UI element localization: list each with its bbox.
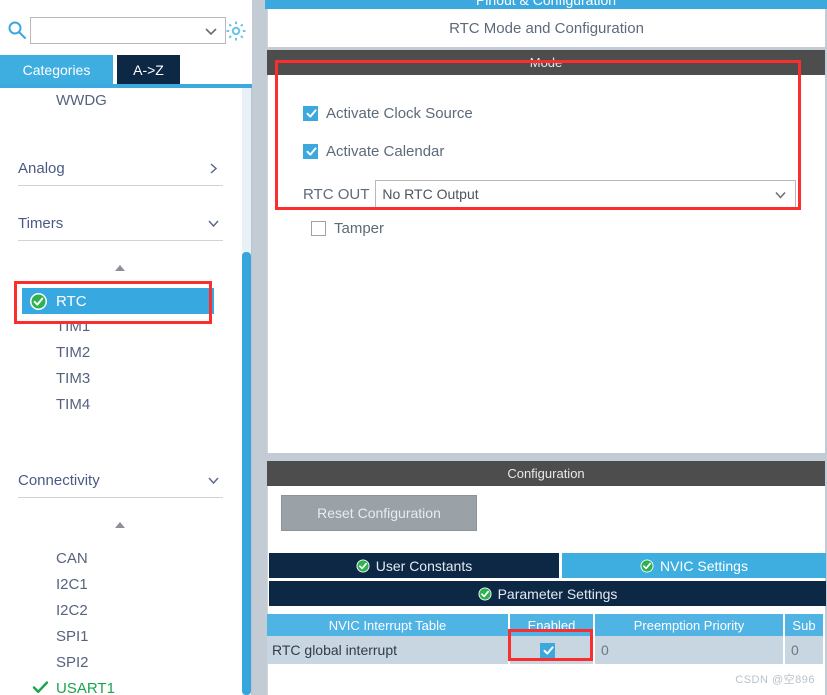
checkbox-label: Activate Calendar	[326, 143, 445, 160]
sidebar-item-label: CAN	[56, 550, 88, 567]
mode-section-header: Mode	[267, 50, 825, 75]
sidebar-item-label: TIM1	[56, 318, 91, 335]
sidebar-item-label: TIM3	[56, 370, 91, 387]
table-row[interactable]: RTC global interrupt 0 0	[267, 636, 825, 664]
checkbox-unchecked-icon[interactable]	[311, 221, 326, 236]
tab-label: Parameter Settings	[497, 585, 618, 602]
sidebar-item-label: WWDG	[56, 92, 107, 109]
tab-a-to-z[interactable]: A->Z	[117, 55, 180, 84]
rtc-out-row: RTC OUT No RTC Output	[303, 180, 797, 208]
scroll-up-arrow-icon[interactable]	[112, 520, 128, 534]
configuration-panel: RTC Mode and Configuration Mode Activate…	[265, 9, 827, 695]
sidebar-group-analog[interactable]: Analog	[18, 152, 223, 186]
sidebar-tabs: Categories A->Z	[0, 55, 252, 88]
column-header-nvic-interrupt-table[interactable]: NVIC Interrupt Table	[267, 614, 510, 636]
green-check-icon	[32, 680, 49, 695]
column-header-preemption-priority[interactable]: Preemption Priority	[595, 614, 785, 636]
peripheral-sidebar: Categories A->Z WWDG Analog Timers RTC T…	[0, 0, 252, 695]
sidebar-group-connectivity[interactable]: Connectivity	[18, 464, 223, 498]
chevron-down-icon[interactable]	[773, 188, 788, 201]
activate-clock-source-checkbox-row[interactable]: Activate Clock Source	[303, 105, 473, 122]
sidebar-item-rtc[interactable]: RTC	[22, 288, 214, 314]
sidebar-item-tim4[interactable]: TIM4	[0, 392, 232, 417]
mode-body: Activate Clock Source Activate Calendar …	[267, 75, 825, 453]
tab-label: User Constants	[375, 557, 473, 574]
rtc-out-label: RTC OUT	[303, 185, 370, 203]
rtc-out-value: No RTC Output	[382, 186, 479, 202]
cell-interrupt-name: RTC global interrupt	[267, 636, 510, 664]
gear-icon[interactable]	[224, 19, 248, 43]
tab-nvic-settings[interactable]: NVIC Settings	[562, 553, 826, 578]
chevron-down-icon	[206, 473, 221, 488]
tab-user-constants[interactable]: User Constants	[269, 553, 559, 578]
green-check-icon	[356, 559, 370, 573]
chevron-down-icon[interactable]	[203, 24, 219, 38]
sidebar-item-i2c1[interactable]: I2C1	[0, 572, 232, 597]
column-header-enabled[interactable]: Enabled	[510, 614, 595, 636]
page-title: RTC Mode and Configuration	[267, 9, 825, 47]
sidebar-item-label: RTC	[56, 292, 87, 310]
checkbox-checked-icon[interactable]	[540, 642, 555, 658]
rtc-out-dropdown[interactable]: No RTC Output	[375, 180, 797, 208]
sidebar-item-tim1[interactable]: TIM1	[0, 314, 232, 339]
green-check-icon	[30, 292, 47, 310]
tamper-checkbox-row[interactable]: Tamper	[311, 220, 384, 237]
green-check-icon	[478, 587, 492, 601]
sidebar-item-spi2[interactable]: SPI2	[0, 650, 232, 675]
sidebar-group-label: Connectivity	[18, 472, 100, 489]
sidebar-item-label: SPI1	[56, 628, 89, 645]
sidebar-search-row	[0, 0, 252, 55]
tab-parameter-settings[interactable]: Parameter Settings	[269, 581, 826, 606]
sidebar-item-i2c2[interactable]: I2C2	[0, 598, 232, 623]
sidebar-item-spi1[interactable]: SPI1	[0, 624, 232, 649]
watermark-text: CSDN @空896	[735, 674, 815, 686]
search-input[interactable]	[35, 22, 200, 41]
sidebar-item-label: I2C2	[56, 602, 88, 619]
column-header-sub-priority[interactable]: Sub	[785, 614, 825, 636]
sidebar-scrollbar-thumb[interactable]	[242, 252, 251, 695]
search-box[interactable]	[30, 17, 226, 44]
sidebar-item-label: TIM4	[56, 396, 91, 413]
tab-categories[interactable]: Categories	[0, 55, 113, 84]
peripheral-list: WWDG Analog Timers RTC TIM1 TIM2 TIM3 TI…	[0, 88, 240, 695]
sidebar-item-label: SPI2	[56, 654, 89, 671]
activate-calendar-checkbox-row[interactable]: Activate Calendar	[303, 143, 444, 160]
nvic-interrupt-table: NVIC Interrupt Table Enabled Preemption …	[267, 614, 825, 664]
sidebar-group-timers[interactable]: Timers	[18, 207, 223, 241]
chevron-right-icon	[206, 161, 221, 176]
sidebar-item-tim3[interactable]: TIM3	[0, 366, 232, 391]
cell-preemption-priority[interactable]: 0	[595, 636, 785, 664]
window-title-text: Pinout & Configuration	[475, 0, 617, 8]
sidebar-group-label: Timers	[18, 215, 64, 232]
sidebar-item-label: TIM2	[56, 344, 91, 361]
sidebar-group-label: Analog	[18, 160, 65, 177]
cell-sub-priority[interactable]: 0	[785, 636, 825, 664]
table-header-row: NVIC Interrupt Table Enabled Preemption …	[267, 614, 825, 636]
sidebar-item-wwdg[interactable]: WWDG	[0, 88, 232, 113]
chevron-down-icon	[206, 216, 221, 231]
sidebar-item-label: I2C1	[56, 576, 88, 593]
scroll-up-arrow-icon[interactable]	[112, 263, 128, 277]
checkbox-label: Tamper	[334, 220, 385, 237]
panel-divider	[252, 0, 265, 695]
checkbox-checked-icon[interactable]	[303, 106, 318, 121]
search-icon	[7, 20, 27, 40]
sidebar-item-usart1[interactable]: USART1	[0, 676, 232, 695]
sidebar-item-can[interactable]: CAN	[0, 546, 232, 571]
tab-label: NVIC Settings	[660, 557, 748, 574]
reset-configuration-button[interactable]: Reset Configuration	[281, 495, 477, 531]
sidebar-item-label: USART1	[56, 680, 115, 695]
checkbox-checked-icon[interactable]	[303, 144, 318, 159]
window-title-bar: Pinout & Configuration	[265, 0, 827, 9]
cubemx-window: Pinout & Configuration Categories A->Z W…	[0, 0, 827, 695]
checkbox-label: Activate Clock Source	[326, 105, 473, 122]
green-check-icon	[640, 559, 654, 573]
configuration-section-header: Configuration	[267, 461, 825, 486]
sidebar-item-tim2[interactable]: TIM2	[0, 340, 232, 365]
cell-enabled[interactable]	[510, 636, 595, 664]
